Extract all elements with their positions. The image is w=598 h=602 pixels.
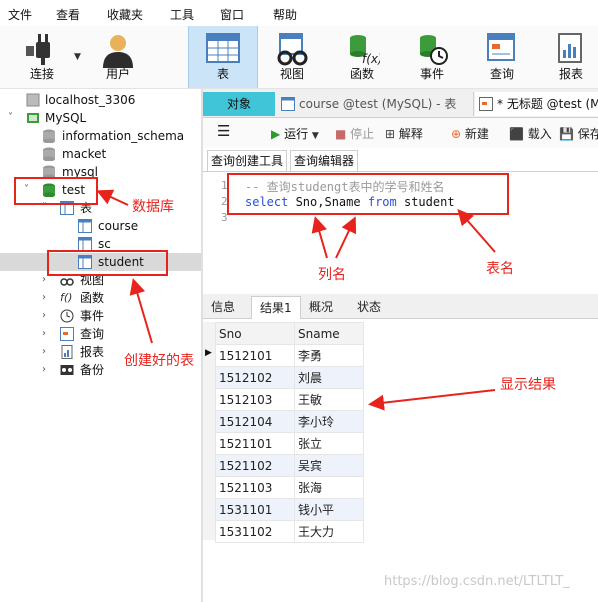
annotation-label-table-name: 表名 — [486, 261, 514, 277]
annotation-label-column-name: 列名 — [318, 267, 346, 283]
annotation-arrows — [96, 189, 496, 411]
annotation-label-created-table: 创建好的表 — [124, 353, 194, 369]
annotation-label-database: 数据库 — [132, 199, 174, 215]
annotation-label-result: 显示结果 — [500, 377, 556, 393]
watermark: https://blog.csdn.net/LTLTLT_ — [384, 574, 570, 589]
